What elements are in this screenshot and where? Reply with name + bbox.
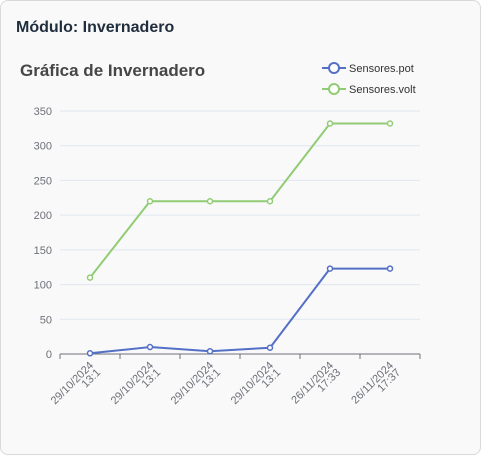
y-tick-label: 250 xyxy=(34,175,52,187)
legend-item[interactable]: Sensores.volt xyxy=(322,83,416,96)
x-tick-label: 29/10/202413:1 xyxy=(229,360,283,414)
x-tick-label: 29/10/202413:1 xyxy=(49,360,103,414)
data-point xyxy=(326,120,334,127)
legend-label: Sensores.volt xyxy=(349,84,416,96)
legend-marker xyxy=(328,62,340,74)
chart-grid xyxy=(60,110,420,320)
data-point xyxy=(86,350,94,357)
series-line xyxy=(89,267,390,355)
data-point xyxy=(386,265,394,272)
chart-title: Gráfica de Invernadero xyxy=(20,61,205,80)
data-point xyxy=(206,347,214,355)
legend-marker xyxy=(328,83,340,95)
data-point xyxy=(206,198,214,205)
y-tick-label: 300 xyxy=(34,141,52,153)
chart-legend[interactable]: Sensores.pot Sensores.volt xyxy=(322,62,416,96)
y-tick-label: 100 xyxy=(34,280,52,292)
line-chart: Gráfica de Invernadero 0 50 100 150 200 250 30… xyxy=(20,61,421,414)
legend-item[interactable]: Sensores.pot xyxy=(322,62,414,75)
data-point xyxy=(386,120,394,127)
x-tick-label: 26/11/202417:37 xyxy=(349,360,403,414)
data-point xyxy=(326,265,334,272)
data-point xyxy=(146,343,154,351)
y-tick-label: 0 xyxy=(46,349,52,361)
x-tick-label: 26/11/202417:33 xyxy=(289,360,343,414)
data-point xyxy=(146,198,154,205)
chart-series xyxy=(86,120,394,357)
x-tick-label: 29/10/202413:1 xyxy=(109,360,163,414)
x-tick-label: 29/10/202413:1 xyxy=(169,360,223,414)
y-axis: 0 50 100 150 200 250 300 350 xyxy=(34,106,52,361)
data-point xyxy=(266,198,274,205)
legend-label: Sensores.pot xyxy=(349,63,414,75)
y-tick-label: 200 xyxy=(34,210,52,222)
x-axis: 29/10/202413:1 29/10/202413:1 29/10/202413… xyxy=(49,353,421,414)
y-tick-label: 50 xyxy=(40,314,52,326)
data-point xyxy=(266,344,274,352)
series-line xyxy=(89,122,390,279)
data-point xyxy=(86,274,94,281)
y-tick-label: 150 xyxy=(34,245,52,257)
y-tick-label: 350 xyxy=(34,106,52,118)
